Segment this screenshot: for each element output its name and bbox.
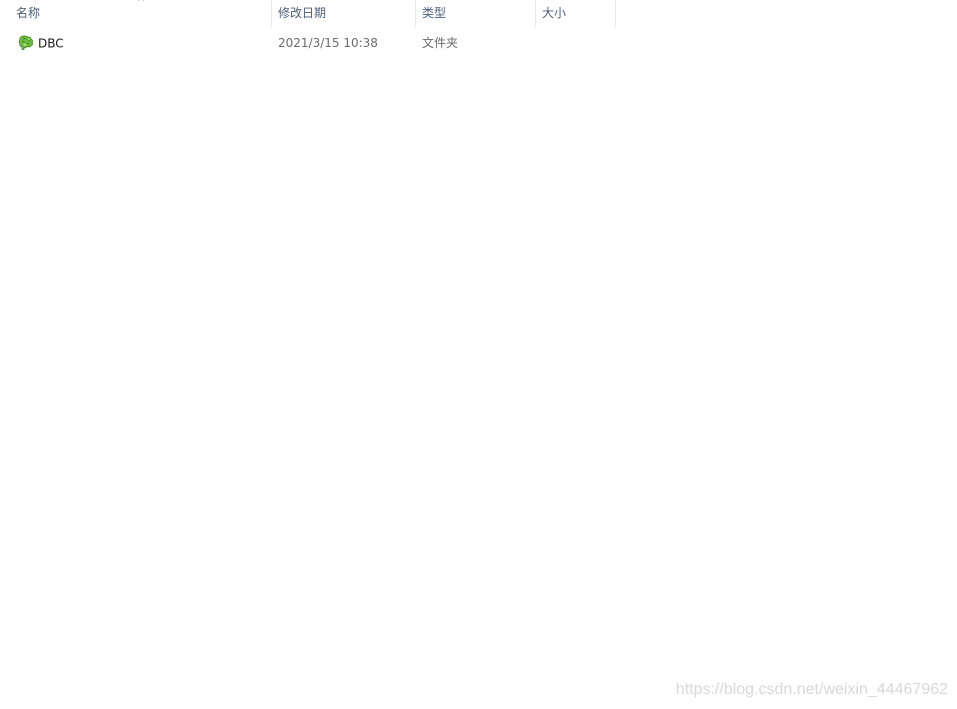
column-header-modified[interactable]: 修改日期 [272, 0, 416, 27]
column-header-type-label: 类型 [422, 6, 447, 20]
file-name-label: DBC [38, 36, 64, 51]
column-header-type[interactable]: 类型 [416, 0, 536, 27]
column-header-size[interactable]: 大小 [536, 0, 616, 27]
green-folder-icon [18, 35, 34, 51]
column-header-size-label: 大小 [542, 6, 567, 20]
column-header-bar: 名称 ^ 修改日期 类型 大小 [0, 0, 957, 27]
column-header-name-label: 名称 [16, 6, 41, 20]
file-modified-cell: 2021/3/15 10:38 [278, 36, 378, 50]
file-row[interactable]: DBC 2021/3/15 10:38 文件夹 [0, 31, 957, 55]
file-name-cell[interactable]: DBC [18, 31, 64, 55]
column-header-modified-label: 修改日期 [278, 6, 327, 20]
watermark: https://blog.csdn.net/weixin_44467962 [675, 681, 948, 698]
column-divider[interactable] [615, 0, 616, 27]
file-type-cell: 文件夹 [422, 36, 459, 50]
sort-ascending-icon: ^ [136, 0, 146, 8]
